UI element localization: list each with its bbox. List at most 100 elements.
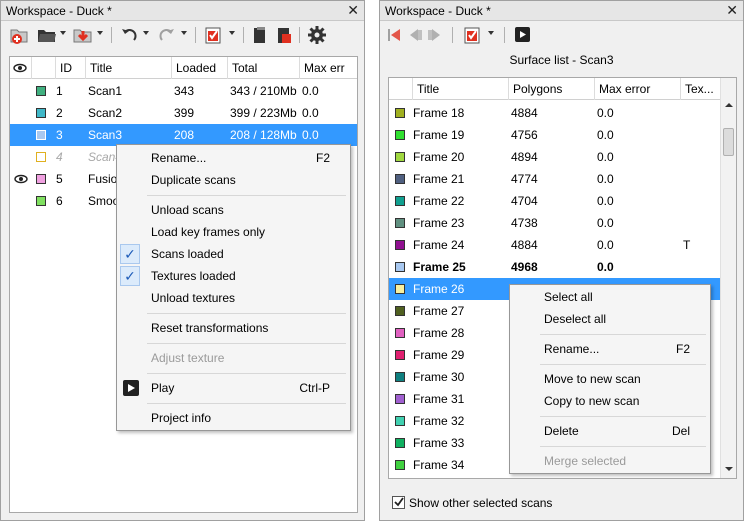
menu-item-label: Rename... [544,342,600,356]
table-row[interactable]: Frame 25 4968 0.0 [389,256,720,278]
table-row[interactable]: Frame 22 4704 0.0 [389,190,720,212]
menu-shortcut: Del [671,424,690,438]
gear-icon[interactable] [307,25,327,45]
open-folder-icon[interactable] [37,25,57,45]
table-row[interactable]: Frame 21 4774 0.0 [389,168,720,190]
color-swatch[interactable] [36,196,46,206]
color-swatch[interactable] [395,460,405,470]
delete-pages-icon[interactable] [275,25,293,45]
menu-item-unload-textures[interactable]: Unload textures [117,287,350,309]
color-swatch[interactable] [395,152,405,162]
color-column-header[interactable] [32,57,56,79]
menu-item-adjust-texture: Adjust texture [117,347,350,369]
color-swatch[interactable] [36,130,46,140]
color-column-header[interactable] [389,78,413,100]
color-swatch[interactable] [36,152,46,162]
undo-icon[interactable] [119,25,139,45]
table-row[interactable]: Frame 18 4884 0.0 [389,102,720,124]
max-error-column-header[interactable]: Max error [595,78,681,100]
menu-item-deselect-all[interactable]: Deselect all [510,308,710,330]
checkbox[interactable] [392,496,405,509]
menu-item-project-info[interactable]: Project info [117,407,350,429]
menu-item-copy-to-new-scan[interactable]: Copy to new scan [510,390,710,412]
color-swatch[interactable] [36,86,46,96]
color-swatch[interactable] [395,306,405,316]
next-frame-icon[interactable] [426,25,444,45]
chevron-down-icon[interactable] [229,31,235,35]
color-swatch[interactable] [395,240,405,250]
max-error-column-header[interactable]: Max err [300,57,357,79]
visibility-column-header[interactable] [10,57,32,79]
color-swatch[interactable] [395,218,405,228]
menu-item-rename[interactable]: Rename... F2 [117,147,350,169]
color-swatch[interactable] [395,394,405,404]
table-row[interactable]: Frame 19 4756 0.0 [389,124,720,146]
title-cell: Frame 29 [413,348,465,362]
color-swatch[interactable] [395,328,405,338]
previous-frame-icon[interactable] [406,25,424,45]
menu-item-delete[interactable]: Delete Del [510,420,710,442]
color-swatch[interactable] [395,416,405,426]
polygons-column-header[interactable]: Polygons [509,78,595,100]
chevron-down-icon[interactable] [143,31,149,35]
scrollbar-thumb[interactable] [723,128,734,156]
table-row[interactable]: 2 Scan2 399 399 / 223Mb 0.0 [10,102,357,124]
title-column-header[interactable]: Title [86,57,172,79]
pages-icon[interactable] [251,25,269,45]
vertical-scrollbar[interactable] [720,78,736,478]
import-icon[interactable] [73,25,93,45]
total-column-header[interactable]: Total [228,57,300,79]
texture-cell: T [683,238,691,252]
table-row[interactable]: 1 Scan1 343 343 / 210Mb 0.0 [10,80,357,102]
menu-item-textures-loaded[interactable]: ✓ Textures loaded [117,265,350,287]
menu-item-play[interactable]: Play Ctrl-P [117,377,350,399]
total-cell: 208 / 128Mb [230,128,297,142]
first-frame-icon[interactable] [386,25,404,45]
color-swatch[interactable] [395,350,405,360]
chevron-down-icon[interactable] [60,31,66,35]
color-swatch[interactable] [395,196,405,206]
menu-item-scans-loaded[interactable]: ✓ Scans loaded [117,243,350,265]
table-row[interactable]: Frame 24 4884 0.0 T [389,234,720,256]
eye-icon[interactable] [14,172,28,186]
redo-icon[interactable] [157,25,177,45]
color-swatch[interactable] [395,284,405,294]
title-column-header[interactable]: Title [413,78,509,100]
menu-item-reset-transformations[interactable]: Reset transformations [117,317,350,339]
chevron-down-icon[interactable] [181,31,187,35]
menu-item-move-to-new-scan[interactable]: Move to new scan [510,368,710,390]
menu-item-unload-scans[interactable]: Unload scans [117,199,350,221]
play-icon[interactable] [514,25,532,45]
scroll-up-icon[interactable] [725,102,733,108]
toolbar-separator [452,27,453,43]
table-row[interactable]: Frame 20 4894 0.0 [389,146,720,168]
color-swatch[interactable] [395,130,405,140]
chevron-down-icon[interactable] [97,31,103,35]
table-row[interactable]: Frame 23 4738 0.0 [389,212,720,234]
color-swatch[interactable] [395,174,405,184]
title-cell: Frame 34 [413,458,465,472]
menu-shortcut: F2 [675,342,690,356]
close-icon[interactable]: ✕ [726,2,738,19]
selection-checklist-icon[interactable] [462,25,484,45]
selection-checklist-icon[interactable] [203,25,225,45]
color-swatch[interactable] [395,438,405,448]
menu-item-select-all[interactable]: Select all [510,286,710,308]
color-swatch[interactable] [395,108,405,118]
texture-column-header[interactable]: Tex... [681,78,723,100]
menu-item-load-key-frames[interactable]: Load key frames only [117,221,350,243]
id-column-header[interactable]: ID [56,57,86,79]
color-swatch[interactable] [36,108,46,118]
chevron-down-icon[interactable] [488,31,494,35]
menu-shortcut: F2 [315,151,330,165]
color-swatch[interactable] [395,372,405,382]
new-scan-icon[interactable] [9,25,29,45]
menu-item-rename[interactable]: Rename... F2 [510,338,710,360]
close-icon[interactable]: ✕ [347,2,359,19]
scroll-down-icon[interactable] [725,466,733,472]
menu-item-duplicate-scans[interactable]: Duplicate scans [117,169,350,191]
loaded-column-header[interactable]: Loaded [172,57,228,79]
table-row[interactable]: 3 Scan3 208 208 / 128Mb 0.0 [10,124,357,146]
color-swatch[interactable] [36,174,46,184]
color-swatch[interactable] [395,262,405,272]
